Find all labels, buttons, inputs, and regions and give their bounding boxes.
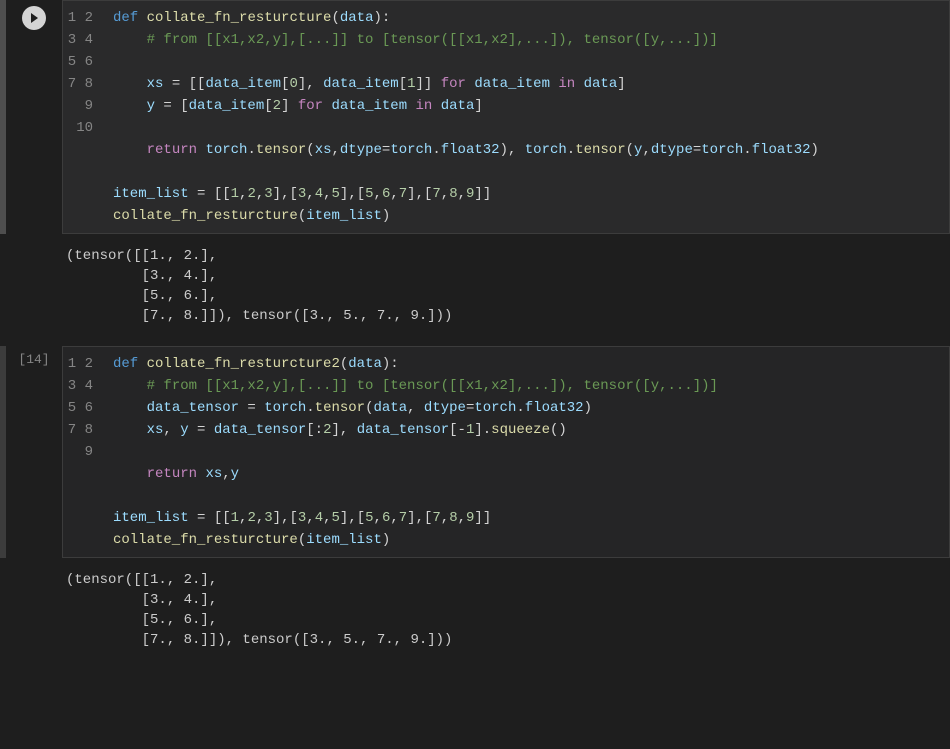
code-cell[interactable]: 1 2 3 4 5 6 7 8 9 10def collate_fn_restu… <box>0 0 950 234</box>
play-icon <box>28 12 40 24</box>
code-cell[interactable]: [14] 1 2 3 4 5 6 7 8 9def collate_fn_rest… <box>0 346 950 558</box>
cell-output: (tensor([[1., 2.], [3., 4.], [5., 6.], [… <box>0 242 950 330</box>
line-numbers: 1 2 3 4 5 6 7 8 9 10 <box>63 1 103 233</box>
cell-output: (tensor([[1., 2.], [3., 4.], [5., 6.], [… <box>0 566 950 654</box>
output-text: (tensor([[1., 2.], [3., 4.], [5., 6.], [… <box>56 242 950 330</box>
code-editor[interactable]: 1 2 3 4 5 6 7 8 9 10def collate_fn_restu… <box>62 0 950 234</box>
code-content[interactable]: def collate_fn_resturcture2(data): # fro… <box>103 347 949 557</box>
code-editor[interactable]: 1 2 3 4 5 6 7 8 9def collate_fn_resturct… <box>62 346 950 558</box>
cell-gutter: [14] <box>6 346 62 558</box>
output-text: (tensor([[1., 2.], [3., 4.], [5., 6.], [… <box>56 566 950 654</box>
execution-count: [14] <box>18 352 49 367</box>
cell-gutter <box>6 0 62 234</box>
run-cell-button[interactable] <box>22 6 46 30</box>
line-numbers: 1 2 3 4 5 6 7 8 9 <box>63 347 103 557</box>
output-gutter <box>0 566 56 654</box>
code-content[interactable]: def collate_fn_resturcture(data): # from… <box>103 1 949 233</box>
output-gutter <box>0 242 56 330</box>
